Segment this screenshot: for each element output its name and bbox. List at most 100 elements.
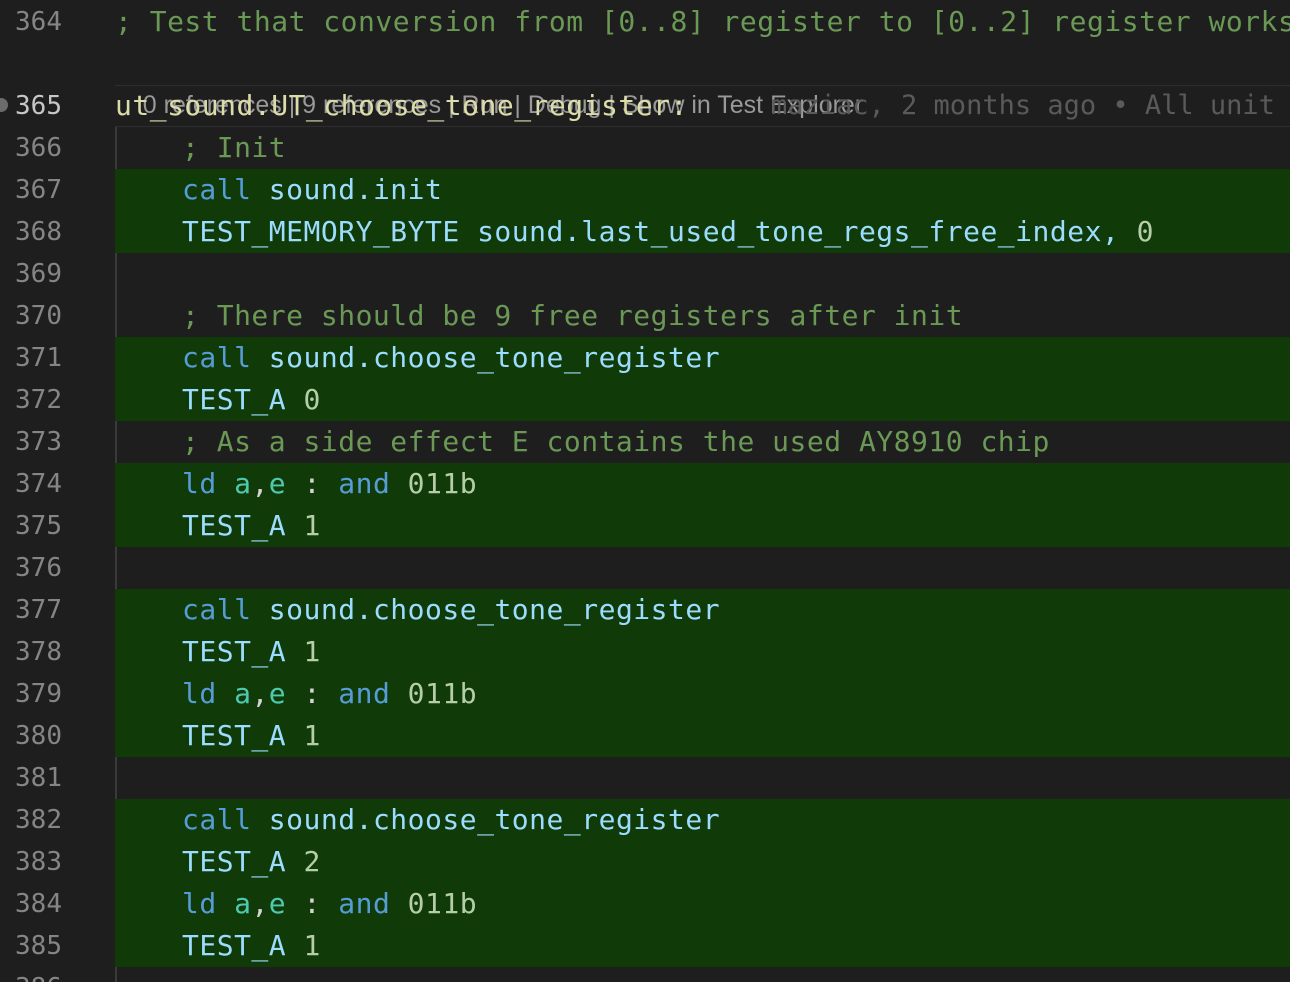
keyword: ld (182, 677, 217, 710)
indent-guide (115, 421, 117, 463)
macro: TEST_A (182, 719, 287, 752)
comment: ; Init (182, 131, 287, 164)
indent-guide (115, 757, 117, 799)
code-line-370[interactable]: 370 ; There should be 9 free registers a… (0, 295, 1290, 337)
keyword: ld (182, 887, 217, 920)
code-line-366[interactable]: 366 ; Init (0, 127, 1290, 169)
line-number: 365 (15, 91, 62, 121)
identifier: sound.choose_tone_register (268, 341, 721, 374)
code-line-382[interactable]: 382 call sound.choose_tone_register (0, 799, 1290, 841)
code-line-369[interactable]: 369 (0, 253, 1290, 295)
code-line-385[interactable]: 385 TEST_A 1 (0, 925, 1290, 967)
line-number: 386 (0, 967, 62, 982)
code-text: TEST_A 0 (182, 379, 321, 421)
line-number: 383 (15, 847, 62, 877)
register: a (234, 677, 252, 710)
keyword: call (182, 593, 252, 626)
code-line-374[interactable]: 374 ld a,e : and 011b (0, 463, 1290, 505)
indent-guide (115, 127, 117, 169)
code-line-376[interactable]: 376 (0, 547, 1290, 589)
identifier: sound.last_used_tone_regs_free_index, (477, 215, 1120, 248)
register: e (268, 467, 287, 500)
indent-guide (115, 253, 117, 295)
line-number: 370 (15, 301, 62, 331)
identifier: sound.choose_tone_register (268, 803, 721, 836)
code-line-380[interactable]: 380 TEST_A 1 (0, 715, 1290, 757)
macro: TEST_A (182, 845, 287, 878)
line-number: 374 (15, 469, 62, 499)
punctuation: : (303, 677, 321, 710)
punctuation: : (303, 887, 321, 920)
code-line-372[interactable]: 372 TEST_A 0 (0, 379, 1290, 421)
keyword: and (338, 887, 391, 920)
number: 1 (303, 719, 321, 752)
keyword: call (182, 173, 252, 206)
code-text: TEST_A 1 (182, 715, 321, 757)
register: e (268, 887, 287, 920)
number: 0 (1136, 215, 1155, 248)
keyword: and (338, 677, 391, 710)
macro: TEST_A (182, 929, 287, 962)
number: 2 (303, 845, 321, 878)
line-number: 384 (15, 889, 62, 919)
label: ut_sound.UT_choose_tone_register: (115, 89, 688, 122)
comment: ; As a side effect E contains the used A… (182, 425, 1050, 458)
keyword: call (182, 341, 252, 374)
code-line-367[interactable]: 367 call sound.init (0, 169, 1290, 211)
code-text: ld a,e : and 011b (182, 463, 477, 505)
code-line-378[interactable]: 378 TEST_A 1 (0, 631, 1290, 673)
number: 1 (303, 929, 321, 962)
code-line-368[interactable]: 368 TEST_MEMORY_BYTE sound.last_used_ton… (0, 211, 1290, 253)
code-line-364[interactable]: 364 ; Test that conversion from [0..8] r… (0, 1, 1290, 43)
code-text: call sound.choose_tone_register (182, 799, 720, 841)
code-line-375[interactable]: 375 TEST_A 1 (0, 505, 1290, 547)
code-text: TEST_A 1 (182, 631, 321, 673)
code-editor[interactable]: 364 ; Test that conversion from [0..8] r… (0, 0, 1290, 982)
indent-guide (115, 967, 117, 982)
code-line-379[interactable]: 379 ld a,e : and 011b (0, 673, 1290, 715)
line-number: 385 (15, 931, 62, 961)
line-number: 372 (15, 385, 62, 415)
indent-guide (115, 295, 117, 337)
code-line-373[interactable]: 373 ; As a side effect E contains the us… (0, 421, 1290, 463)
code-line-365[interactable]: 365 ut_sound.UT_choose_tone_register: ma… (0, 85, 1290, 127)
line-number: 373 (15, 427, 62, 457)
number: 0 (303, 383, 321, 416)
line-number: 375 (15, 511, 62, 541)
code-text: call sound.choose_tone_register (182, 589, 720, 631)
code-line-384[interactable]: 384 ld a,e : and 011b (0, 883, 1290, 925)
code-text: ld a,e : and 011b (182, 883, 477, 925)
code-line-386[interactable]: 386 (0, 967, 1290, 982)
code-line-381[interactable]: 381 (0, 757, 1290, 799)
register: a (234, 887, 252, 920)
identifier: sound.init (268, 173, 443, 206)
code-text: TEST_A 2 (182, 841, 321, 883)
line-number: 381 (15, 763, 62, 793)
code-line-383[interactable]: 383 TEST_A 2 (0, 841, 1290, 883)
line-number: 364 (15, 7, 62, 37)
punctuation: , (251, 677, 269, 710)
number: 1 (303, 635, 321, 668)
test-comment: ; Test that conversion from [0..8] regis… (115, 5, 1290, 38)
code-text: TEST_A 1 (182, 505, 321, 547)
number: 011b (407, 887, 478, 920)
identifier: sound.choose_tone_register (268, 593, 721, 626)
line-number: 368 (15, 217, 62, 247)
line-number: 382 (15, 805, 62, 835)
number: 011b (407, 467, 478, 500)
comment: ; There should be 9 free registers after… (182, 299, 964, 332)
register: e (268, 677, 287, 710)
code-line-377[interactable]: 377 call sound.choose_tone_register (0, 589, 1290, 631)
line-number: 367 (15, 175, 62, 205)
number: 1 (303, 509, 321, 542)
punctuation: , (251, 467, 269, 500)
line-number: 378 (15, 637, 62, 667)
code-line-371[interactable]: 371 call sound.choose_tone_register (0, 337, 1290, 379)
code-text: ld a,e : and 011b (182, 673, 477, 715)
git-blame-annotation: maziac, 2 months ago • All unit (771, 90, 1275, 121)
line-number: 366 (15, 133, 62, 163)
line-number: 369 (15, 259, 62, 289)
keyword: and (338, 467, 391, 500)
line-number: 379 (15, 679, 62, 709)
keyword: call (182, 803, 252, 836)
